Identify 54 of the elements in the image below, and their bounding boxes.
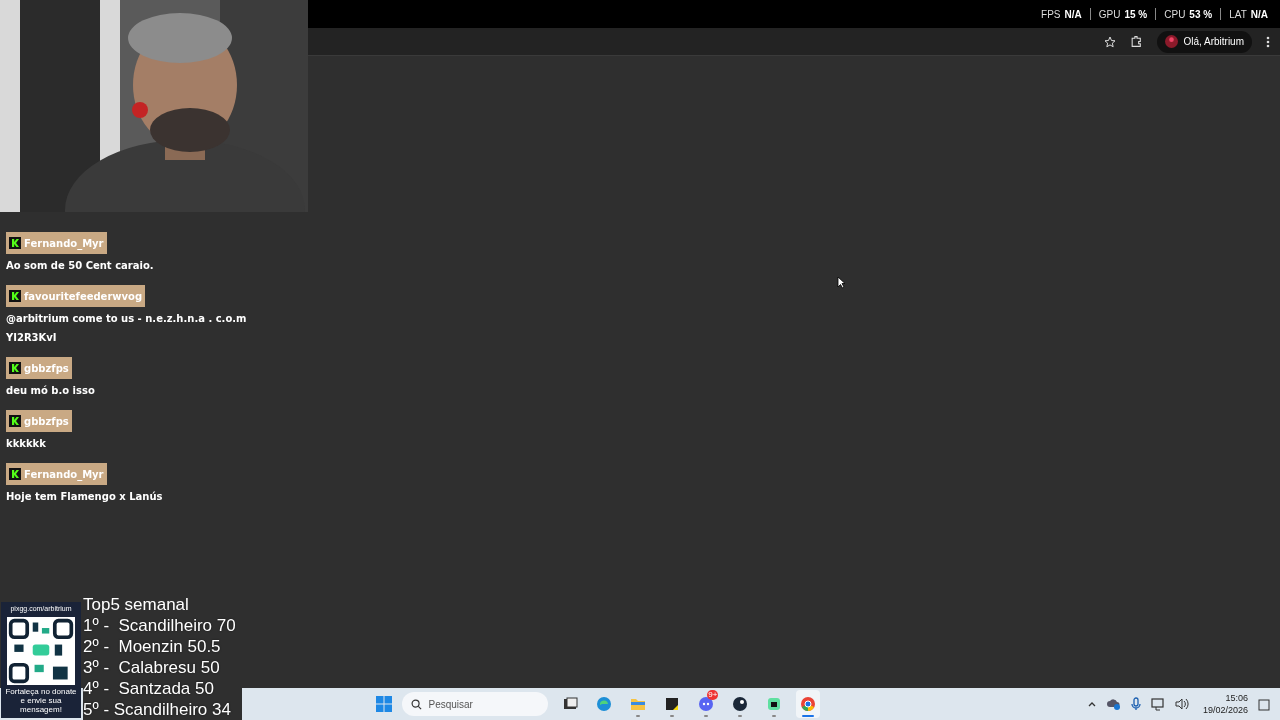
leaderboard-entry: 1º - Scandilheiro 70 bbox=[83, 615, 236, 636]
microphone-icon[interactable] bbox=[1130, 697, 1141, 711]
chat-message: kkkkkk bbox=[6, 437, 47, 451]
browser-icon bbox=[595, 695, 614, 713]
clock-date: 19/02/2026 bbox=[1202, 704, 1248, 716]
username-tag: favouritefeederwvog bbox=[6, 285, 146, 307]
browser-icon bbox=[799, 695, 818, 713]
avatar-icon bbox=[1165, 35, 1179, 48]
username-tag: Fernando_Myr bbox=[6, 232, 107, 254]
clock-time: 15:06 bbox=[1225, 692, 1248, 704]
leaderboard-entry: 2º - Moenzin 50.5 bbox=[83, 636, 222, 657]
chat-message: Hoje tem Flamengo x Lanús bbox=[6, 490, 164, 504]
network-icon[interactable] bbox=[1150, 697, 1165, 711]
start-icon[interactable] bbox=[376, 696, 393, 712]
chat-message: deu mó b.o isso bbox=[6, 384, 96, 398]
stat-label: FPS bbox=[1041, 7, 1061, 22]
stat-value: 15 % bbox=[1124, 7, 1148, 22]
leaderboard-entry: 5º - Scandilheiro 34 bbox=[83, 699, 232, 720]
chat-message: Ao som de 50 Cent caraio. bbox=[6, 259, 155, 273]
taskbar-app[interactable]: 9+ bbox=[694, 690, 719, 718]
chat-message: @arbitrium come to us - n.e.z.h.n.a . c.o.m bbox=[6, 312, 247, 326]
platform-badge-icon bbox=[9, 237, 21, 249]
platform-badge-icon bbox=[9, 362, 21, 374]
username-tag: gbbzfps bbox=[6, 357, 72, 379]
leaderboard-title: Top5 semanal bbox=[83, 594, 190, 615]
platform-badge-icon bbox=[9, 415, 21, 427]
search-icon bbox=[411, 699, 423, 710]
profile-name: Olá, Arbitrium bbox=[1183, 35, 1244, 49]
extensions-icon[interactable] bbox=[1130, 35, 1144, 48]
stat-value: N/A bbox=[1250, 7, 1268, 22]
chat-app-icon bbox=[697, 695, 716, 713]
notification-icon[interactable] bbox=[1258, 697, 1270, 711]
stat-value: 53 % bbox=[1189, 7, 1213, 22]
search-field[interactable]: Pesquisar bbox=[402, 692, 549, 716]
cloud-icon[interactable] bbox=[1106, 698, 1121, 710]
menu-icon[interactable] bbox=[1266, 35, 1270, 48]
donation-caption: Fortaleça no donate e envie sua mensagem! bbox=[4, 686, 78, 714]
profile-button[interactable]: Olá, Arbitrium bbox=[1157, 30, 1252, 53]
speaker-icon[interactable] bbox=[1174, 698, 1189, 710]
stat-label: CPU bbox=[1164, 7, 1186, 22]
username-tag: gbbzfps bbox=[6, 410, 72, 432]
notification-count: 9+ bbox=[707, 690, 719, 700]
stat-label: LAT bbox=[1229, 7, 1247, 22]
chat-message: YI2R3KvI bbox=[6, 331, 58, 345]
star-icon[interactable] bbox=[1104, 35, 1117, 48]
platform-badge-icon bbox=[9, 468, 21, 480]
stat-label: GPU bbox=[1098, 7, 1121, 22]
platform-badge-icon bbox=[9, 290, 21, 302]
username-tag: Fernando_Myr bbox=[6, 463, 107, 485]
qr-code[interactable] bbox=[7, 616, 75, 685]
leaderboard-entry: 3º - Calabresu 50 bbox=[83, 657, 221, 678]
cursor-icon bbox=[837, 276, 846, 289]
leaderboard-entry: 4º - Santzada 50 bbox=[83, 678, 215, 699]
stat-value: N/A bbox=[1064, 7, 1082, 22]
